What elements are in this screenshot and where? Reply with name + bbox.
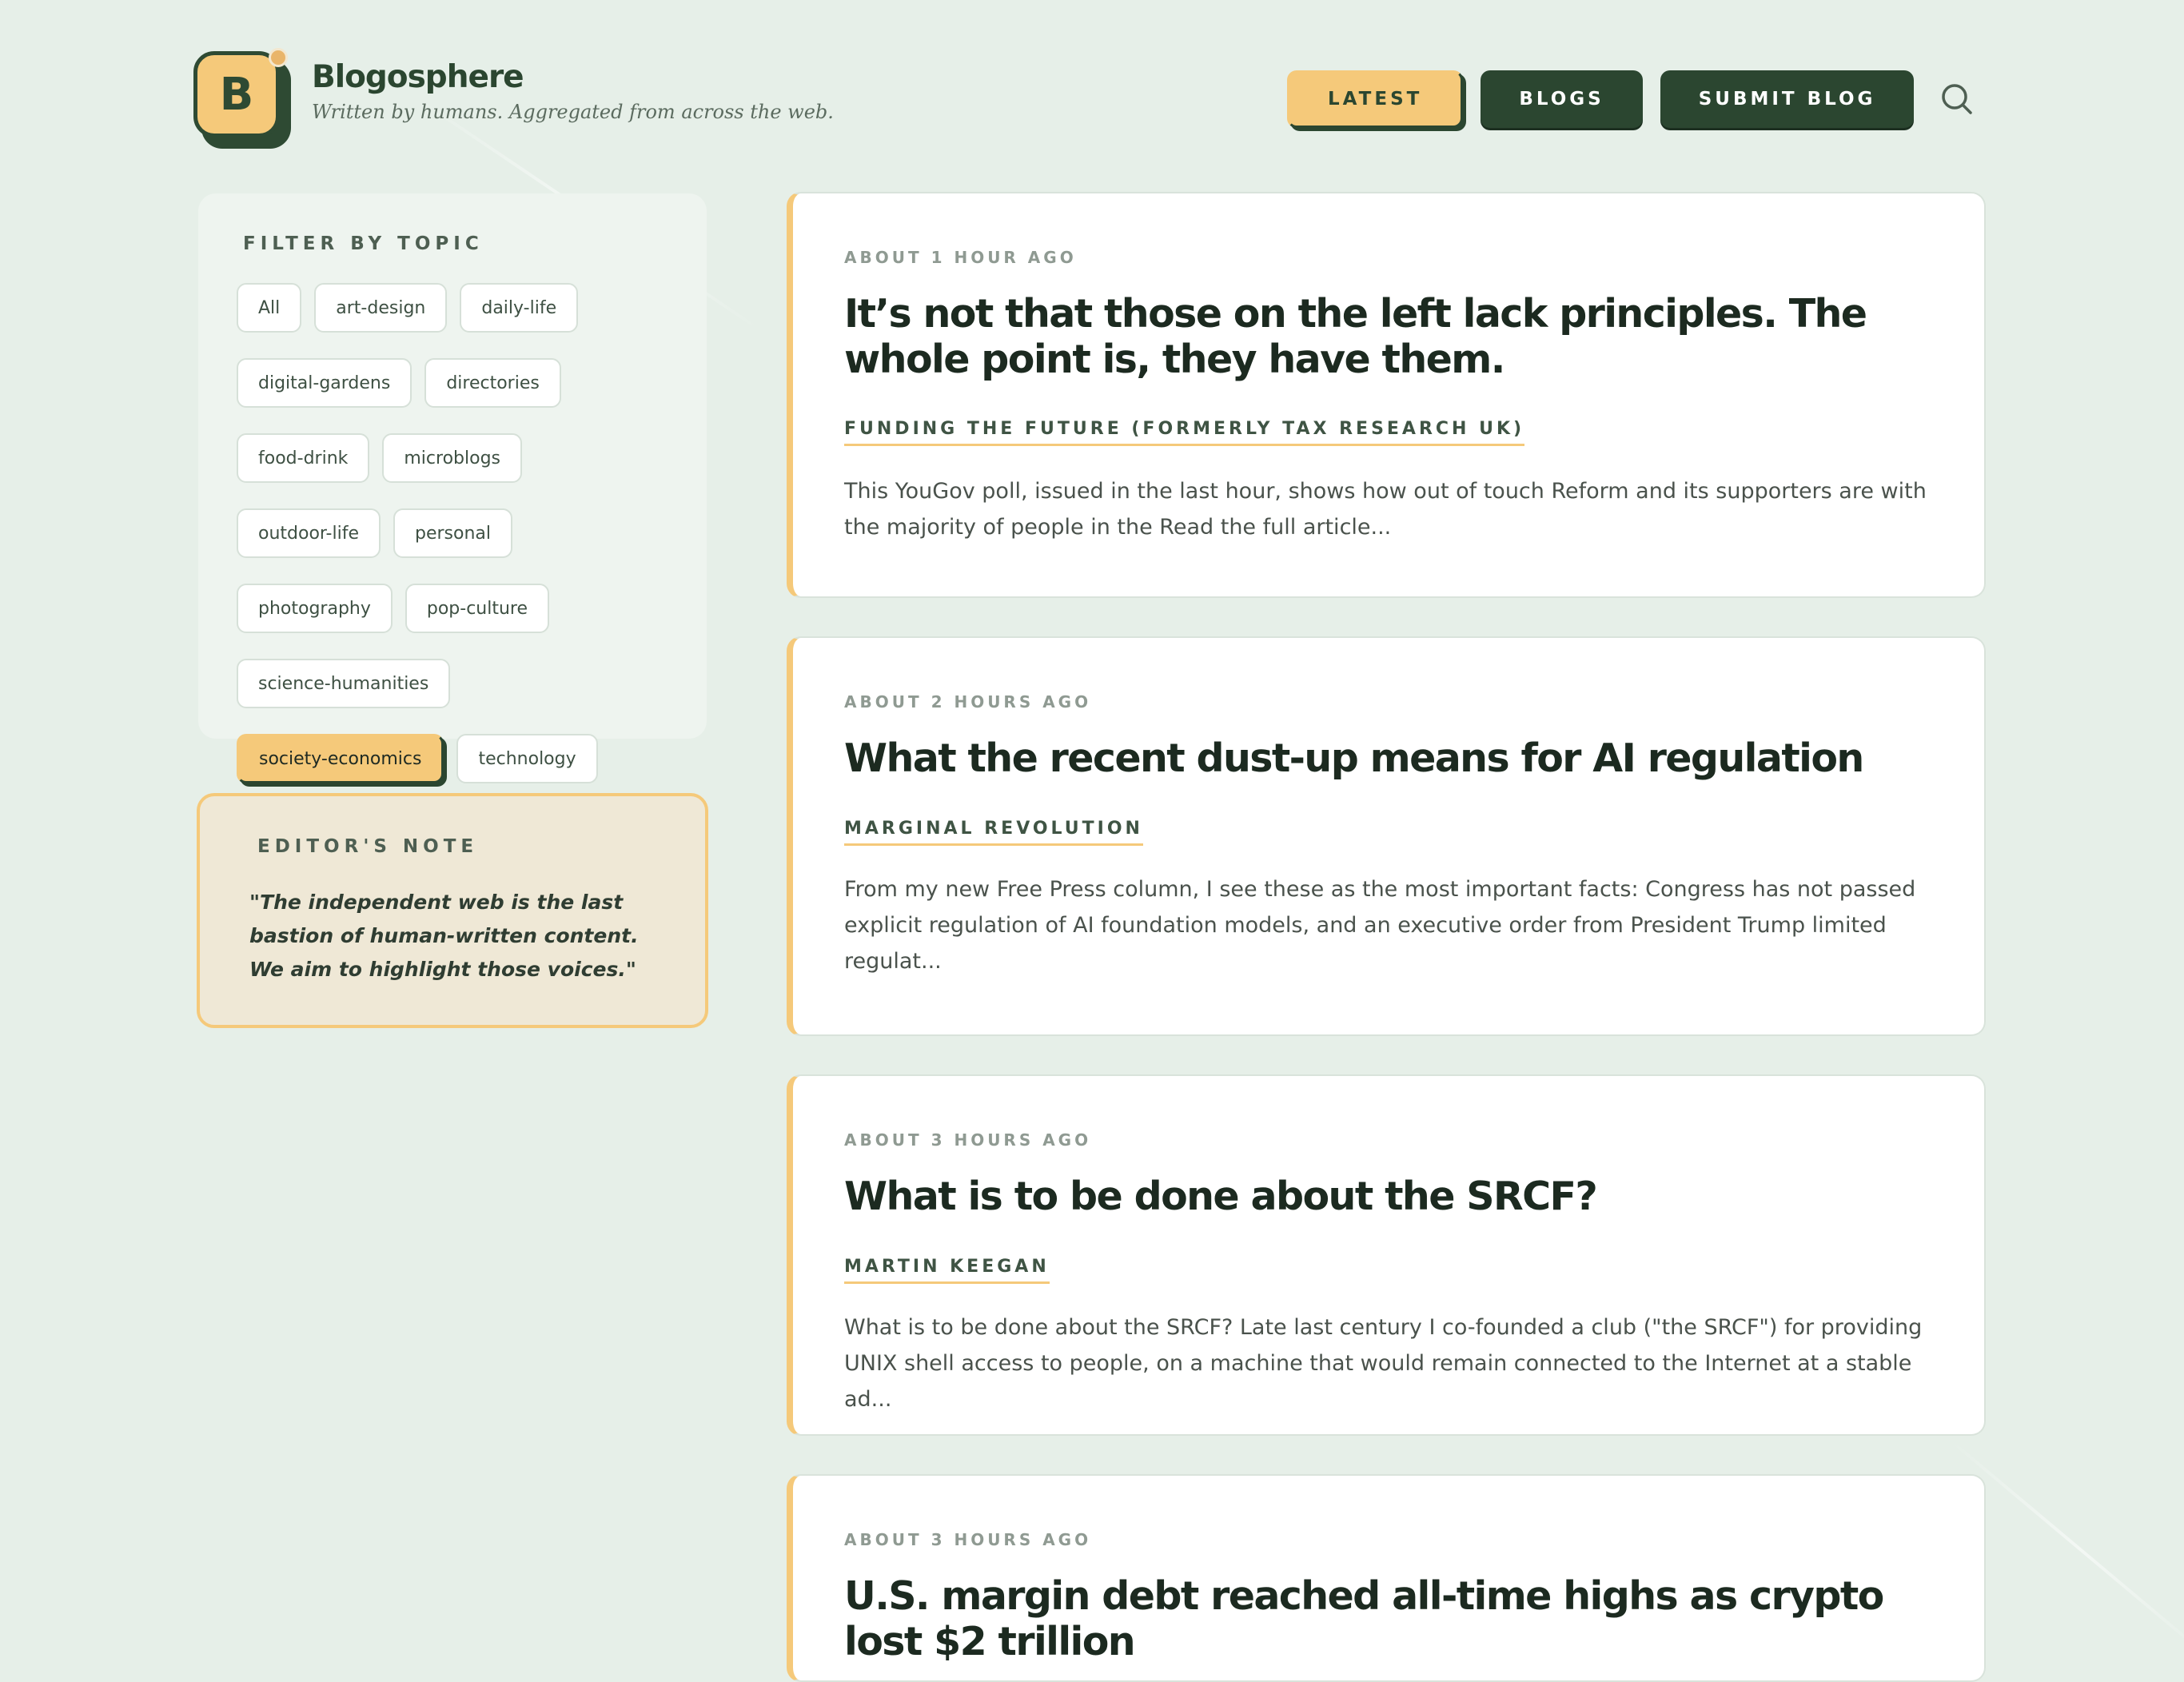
tag-personal[interactable]: personal [393, 508, 513, 558]
search-icon [1942, 84, 1972, 114]
filter-panel: FILTER BY TOPIC All art-design daily-lif… [198, 193, 707, 783]
post-source[interactable]: MARTIN KEEGAN [844, 1257, 1050, 1284]
tag-daily-life[interactable]: daily-life [460, 283, 579, 333]
post-time: ABOUT 3 HOURS AGO [844, 1130, 1092, 1150]
post-card[interactable]: ABOUT 2 HOURS AGO What the recent dust-u… [787, 636, 1986, 1036]
editor-note-card: EDITOR'S NOTE "The independent web is th… [197, 793, 708, 1028]
post-title[interactable]: It’s not that those on the left lack pri… [844, 291, 1915, 382]
logo-dot [269, 48, 288, 67]
post-title[interactable]: What is to be done about the SRCF? [844, 1174, 1915, 1219]
tag-art-design[interactable]: art-design [314, 283, 448, 333]
post-time: ABOUT 2 HOURS AGO [844, 692, 1092, 711]
tag-food-drink[interactable]: food-drink [237, 433, 370, 483]
tag-digital-gardens[interactable]: digital-gardens [237, 358, 412, 408]
post-card[interactable]: ABOUT 3 HOURS AGO What is to be done abo… [787, 1074, 1986, 1436]
post-excerpt: This YouGov poll, issued in the last hou… [844, 479, 1927, 540]
nav-latest-button[interactable]: LATEST [1287, 70, 1464, 128]
logo-badge: B [193, 51, 280, 138]
post-time: ABOUT 3 HOURS AGO [844, 1530, 1092, 1549]
search-button[interactable] [1935, 77, 1979, 122]
editor-note-quote: "The independent web is the last bastion… [249, 891, 639, 981]
site-tagline: Written by humans. Aggregated from acros… [312, 101, 834, 123]
post-card[interactable]: ABOUT 3 HOURS AGO U.S. margin debt reach… [787, 1474, 1986, 1682]
topic-tag-list: All art-design daily-life digital-garden… [237, 283, 684, 783]
tag-society-economics[interactable]: society-economics [237, 734, 444, 783]
post-title[interactable]: What the recent dust-up means for AI reg… [844, 735, 1915, 781]
post-excerpt: From my new Free Press column, I see the… [844, 877, 1916, 974]
nav-submit-blog-button[interactable]: SUBMIT BLOG [1660, 70, 1915, 128]
filter-heading: FILTER BY TOPIC [243, 233, 484, 254]
main-nav: LATEST BLOGS SUBMIT BLOG [1287, 67, 1931, 131]
tag-technology[interactable]: technology [456, 734, 598, 783]
post-title[interactable]: U.S. margin debt reached all-time highs … [844, 1573, 1915, 1664]
post-excerpt: What is to be done about the SRCF? Late … [844, 1315, 1923, 1412]
tag-microblogs[interactable]: microblogs [382, 433, 522, 483]
tag-science-humanities[interactable]: science-humanities [237, 659, 451, 708]
tag-photography[interactable]: photography [237, 584, 393, 633]
tag-outdoor-life[interactable]: outdoor-life [237, 508, 381, 558]
site-logo[interactable]: B [192, 48, 296, 152]
site-header: B Blogosphere Written by humans. Aggrega… [192, 45, 1991, 157]
site-title[interactable]: Blogosphere [312, 59, 524, 95]
post-source[interactable]: FUNDING THE FUTURE (FORMERLY TAX RESEARC… [844, 419, 1525, 446]
nav-blogs-button[interactable]: BLOGS [1481, 70, 1643, 128]
tag-all[interactable]: All [237, 283, 302, 333]
post-time: ABOUT 1 HOUR AGO [844, 248, 1077, 267]
tag-pop-culture[interactable]: pop-culture [405, 584, 550, 633]
tag-directories[interactable]: directories [424, 358, 561, 408]
post-source[interactable]: MARGINAL REVOLUTION [844, 819, 1143, 846]
post-card[interactable]: ABOUT 1 HOUR AGO It’s not that those on … [787, 192, 1986, 598]
editor-note-heading: EDITOR'S NOTE [257, 836, 479, 857]
